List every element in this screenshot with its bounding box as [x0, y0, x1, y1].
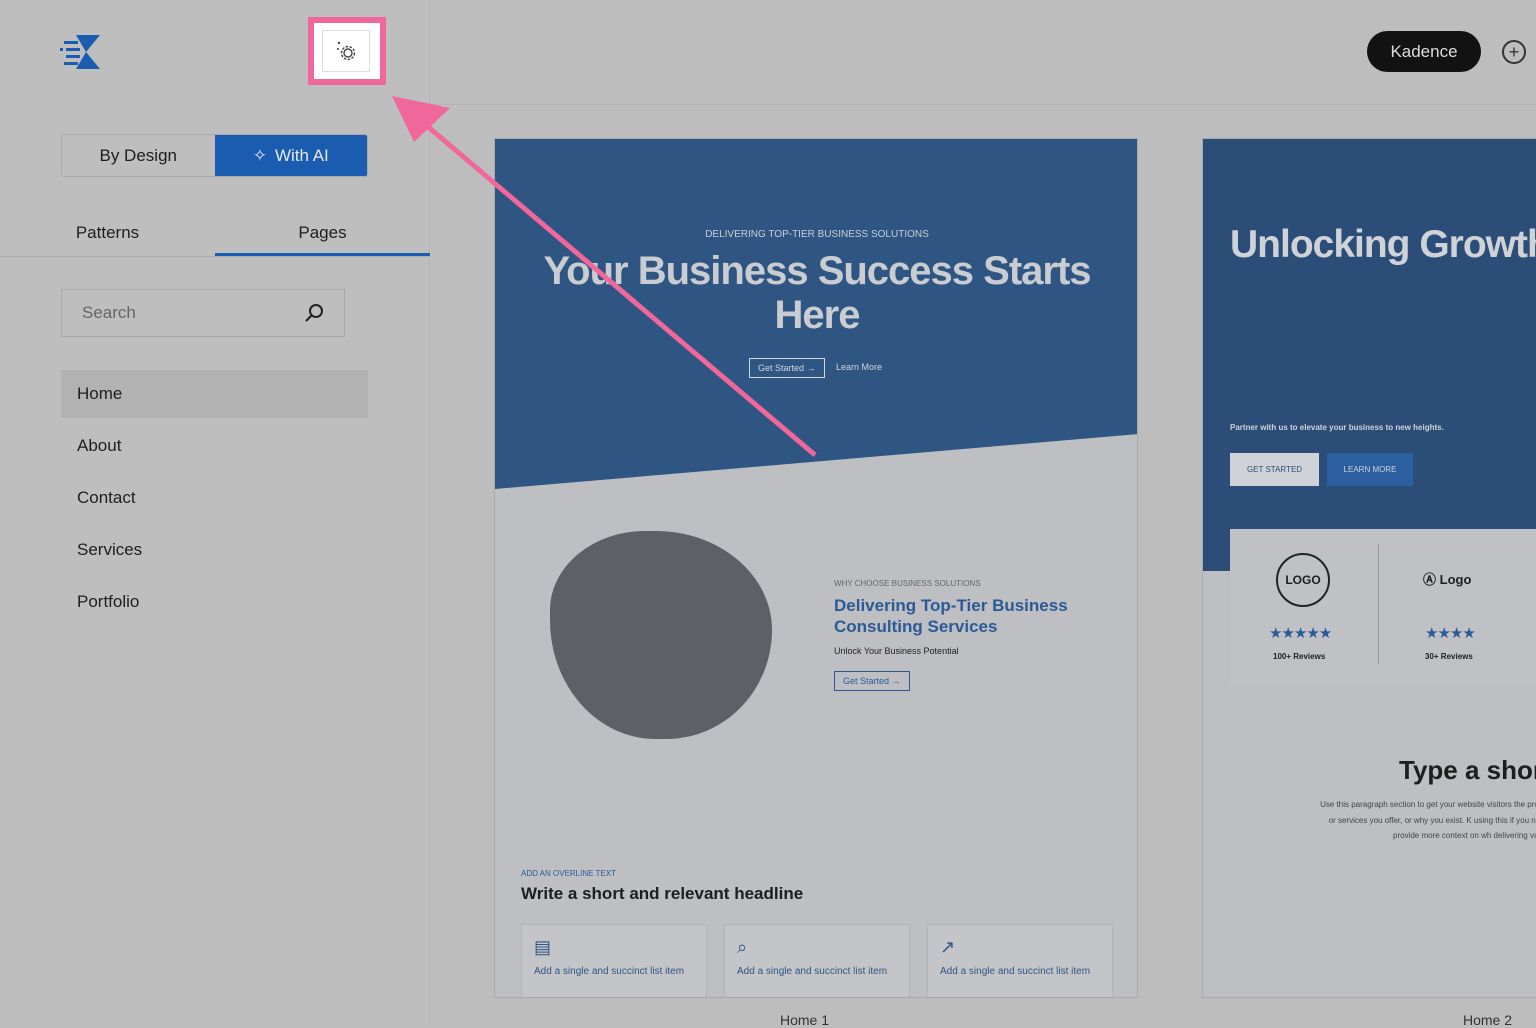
- woman-image: [550, 531, 772, 739]
- sparkle-icon: ✧: [252, 145, 267, 165]
- rating-stars: ★★★★: [1425, 625, 1476, 642]
- page-item-home[interactable]: Home: [61, 370, 368, 418]
- rating-stars: ★★★★★: [1269, 625, 1332, 642]
- with-ai-button[interactable]: ✧ With AI: [214, 135, 367, 176]
- sparkle-gear-icon: [337, 41, 356, 61]
- ai-settings-button[interactable]: [322, 30, 370, 72]
- preview-label: Home 2: [1463, 1012, 1513, 1028]
- kadence-logo: [60, 35, 100, 69]
- page-item-services[interactable]: Services: [61, 526, 368, 574]
- layout-icon: ▤: [534, 937, 552, 957]
- by-design-button[interactable]: By Design: [62, 135, 215, 176]
- mode-toggle: By Design ✧ With AI: [61, 134, 368, 177]
- search-input[interactable]: Search: [61, 289, 345, 337]
- page-item-contact[interactable]: Contact: [61, 474, 368, 522]
- search-icon: ⌕: [737, 937, 748, 957]
- page-item-portfolio[interactable]: Portfolio: [61, 578, 368, 626]
- preview-home-2[interactable]: Unlocking Growth Potential Through Exper…: [1202, 138, 1536, 998]
- sidebar: By Design ✧ With AI Patterns Pages Search…: [0, 0, 430, 1025]
- annotation-arrow: [392, 96, 817, 457]
- library-tabs: Patterns Pages: [0, 210, 430, 257]
- kadence-kit-button[interactable]: Kadence: [1367, 31, 1481, 72]
- search-icon: [305, 304, 323, 322]
- hero-section: [1203, 139, 1536, 571]
- tab-patterns[interactable]: Patterns: [0, 210, 215, 256]
- preview-label: Home 1: [780, 1012, 830, 1028]
- trend-icon: ↗: [940, 937, 956, 957]
- highlight-box: [308, 17, 386, 85]
- page-list: Home About Contact Services Portfolio: [61, 370, 368, 630]
- add-icon[interactable]: +: [1502, 40, 1526, 64]
- page-item-about[interactable]: About: [61, 422, 368, 470]
